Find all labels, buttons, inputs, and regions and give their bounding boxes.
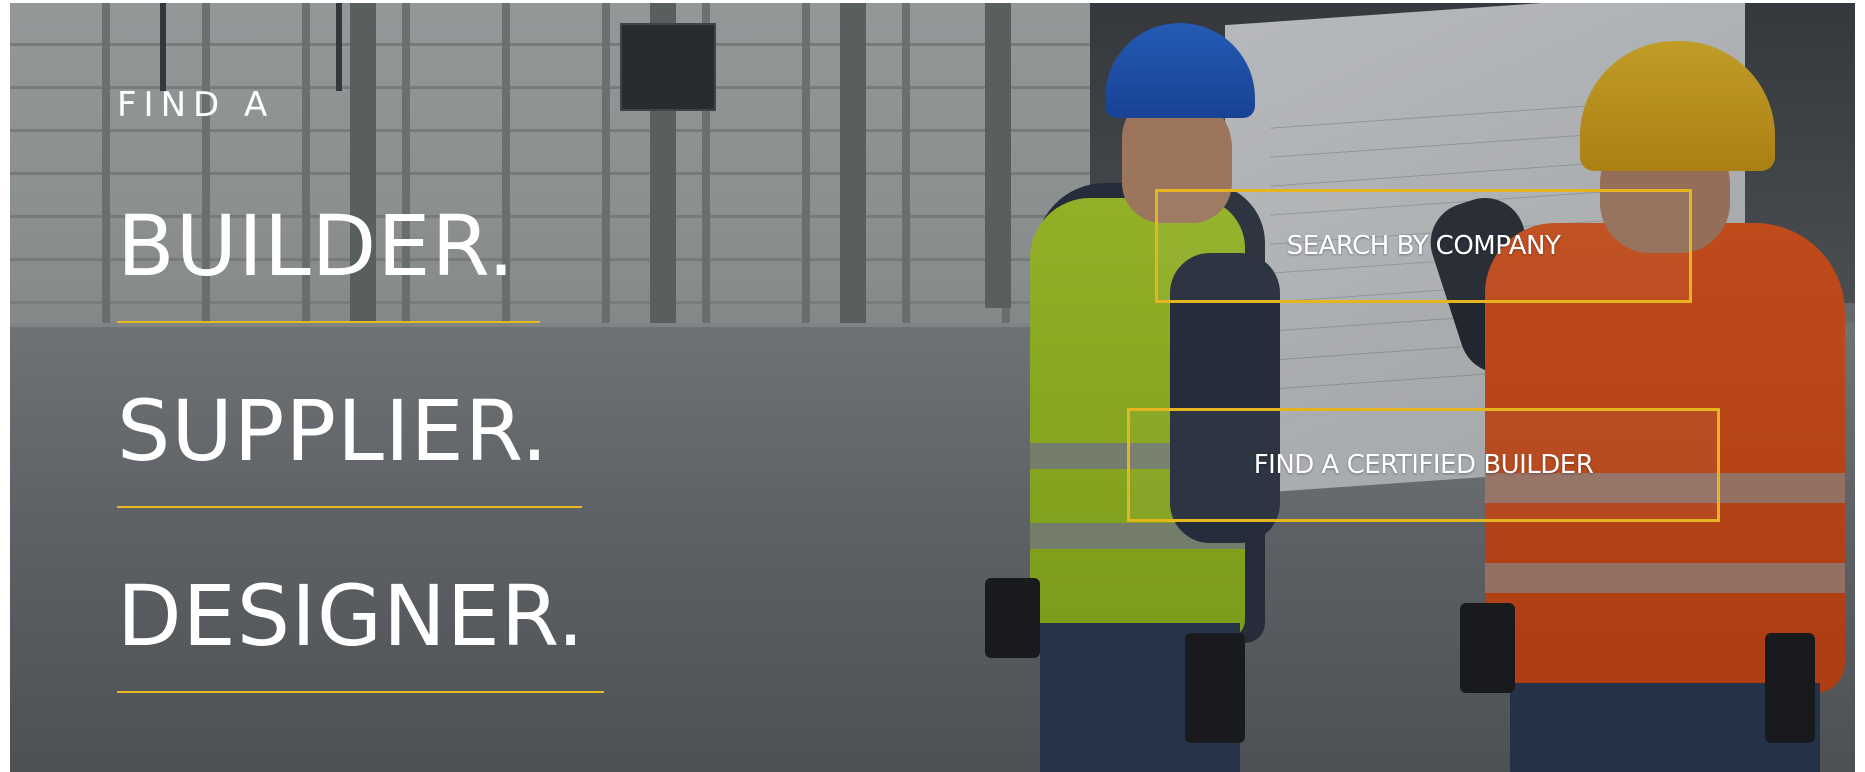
hero-word-supplier: SUPPLIER.	[117, 382, 549, 480]
hero-eyebrow: FIND A	[117, 85, 275, 125]
search-by-company-button[interactable]: SEARCH BY COMPANY	[1155, 189, 1692, 303]
find-certified-builder-button[interactable]: FIND A CERTIFIED BUILDER	[1127, 408, 1720, 522]
hero-word-designer: DESIGNER.	[117, 567, 585, 665]
designer-underline	[117, 691, 604, 693]
hero-banner: FIND A BUILDER. SUPPLIER. DESIGNER. SEAR…	[10, 3, 1855, 772]
hero-word-builder: BUILDER.	[117, 197, 516, 295]
builder-underline	[117, 321, 540, 323]
supplier-underline	[117, 506, 582, 508]
